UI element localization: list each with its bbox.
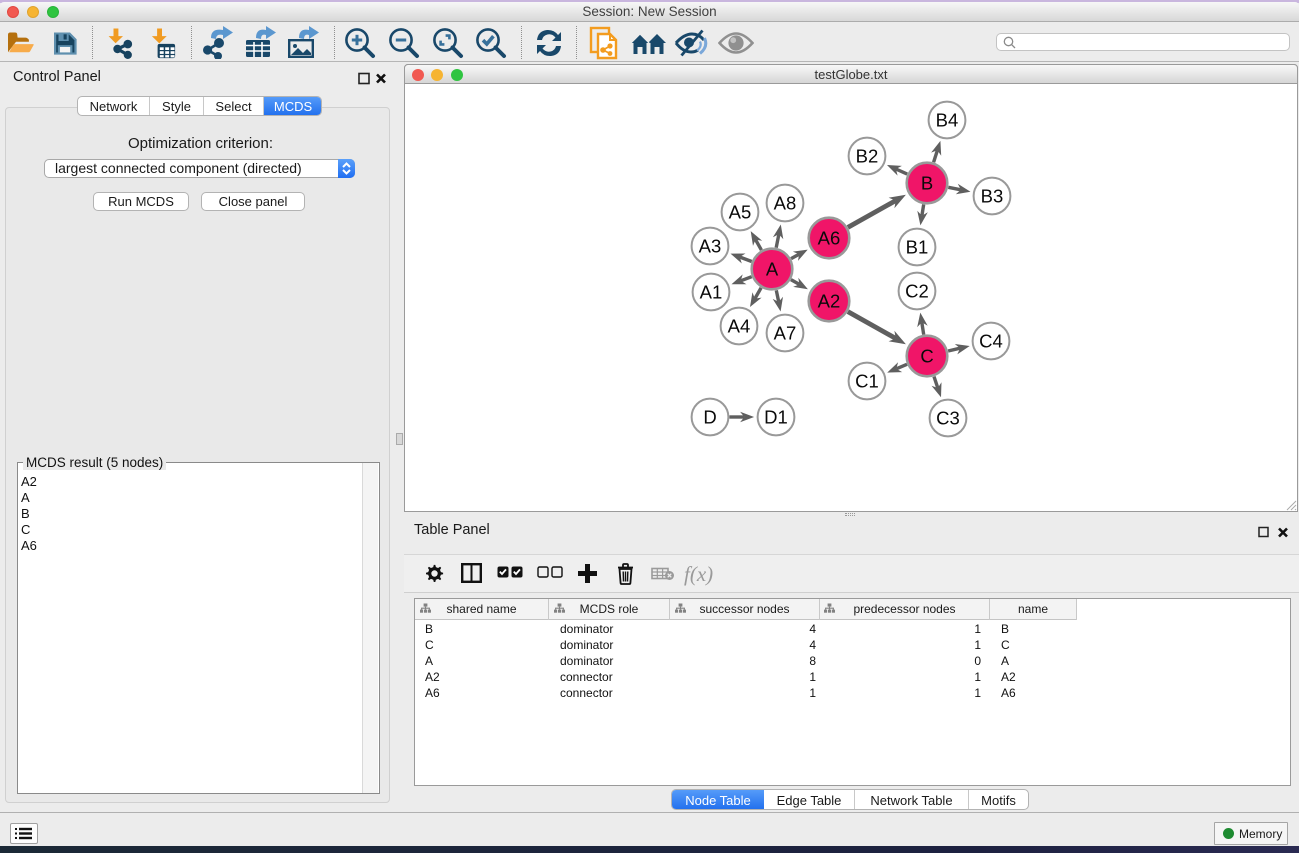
- svg-text:B: B: [921, 173, 933, 194]
- svg-text:B4: B4: [936, 110, 959, 131]
- svg-text:A6: A6: [818, 228, 841, 249]
- svg-text:A8: A8: [774, 193, 797, 214]
- svg-text:D: D: [703, 407, 716, 428]
- svg-text:C4: C4: [979, 331, 1003, 352]
- svg-text:D1: D1: [764, 407, 788, 428]
- svg-text:A7: A7: [774, 323, 797, 344]
- svg-text:B2: B2: [856, 146, 879, 167]
- svg-text:B3: B3: [981, 186, 1004, 207]
- svg-text:C2: C2: [905, 281, 929, 302]
- svg-text:C3: C3: [936, 408, 960, 429]
- svg-text:A3: A3: [699, 236, 722, 257]
- svg-text:A5: A5: [729, 202, 752, 223]
- svg-text:A2: A2: [818, 291, 841, 312]
- svg-text:C: C: [920, 346, 933, 367]
- svg-text:A: A: [766, 259, 779, 280]
- svg-text:A1: A1: [700, 282, 723, 303]
- svg-text:C1: C1: [855, 371, 879, 392]
- svg-text:B1: B1: [906, 237, 929, 258]
- svg-text:A4: A4: [728, 316, 751, 337]
